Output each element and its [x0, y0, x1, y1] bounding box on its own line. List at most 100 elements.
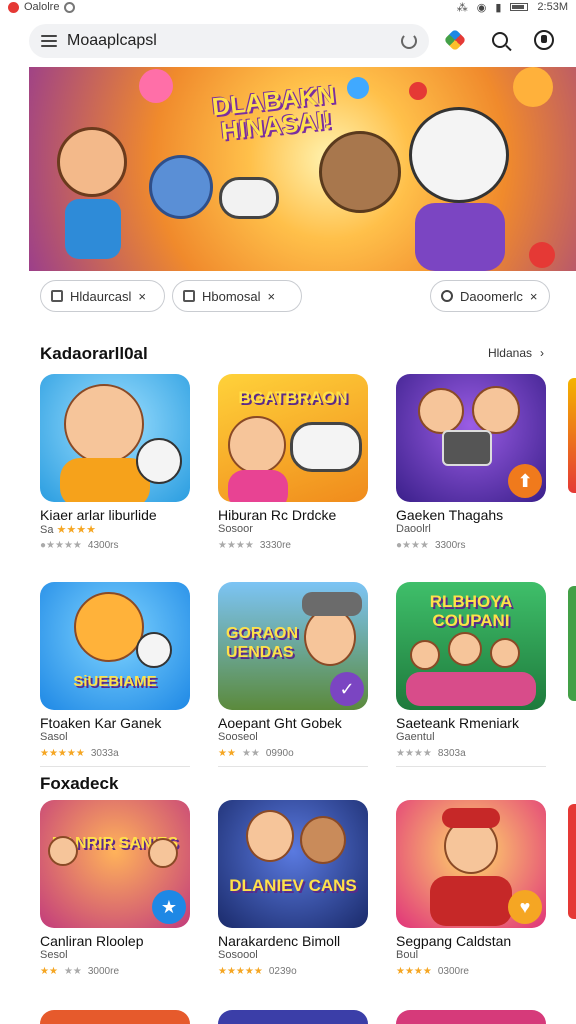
bluetooth-icon: ⁂ — [456, 1, 468, 14]
app-meta: ●★★★★ 4300rs — [40, 540, 119, 551]
app-tile[interactable]: ♥ — [396, 800, 546, 928]
character-face — [472, 386, 520, 434]
app-name[interactable]: Aoepant Ght Gobek — [218, 715, 342, 731]
confetti-decoration — [529, 242, 555, 268]
character-ghost — [136, 632, 172, 668]
game-controller — [290, 422, 362, 472]
app-name[interactable]: Saeteank Rmeniark — [396, 715, 519, 731]
character-boy-body — [65, 199, 121, 259]
divider — [218, 766, 368, 767]
app-meta: ●★★★ 3300rs — [396, 540, 466, 551]
badge-icon: ★ — [152, 890, 186, 924]
character-panda-body — [415, 203, 505, 271]
character-bear — [319, 131, 401, 213]
next-tile-peek[interactable] — [568, 804, 576, 919]
app-name[interactable]: Ftoaken Kar Ganek — [40, 715, 161, 731]
tile-art-text: RLBHOYA COUPANI — [429, 592, 513, 630]
search-icon[interactable] — [488, 28, 512, 52]
app-tile[interactable]: DLANIEV CANS — [218, 800, 368, 928]
wifi-icon: ◉ — [476, 1, 487, 14]
tile-art-text: SiUEBIAME — [73, 673, 157, 690]
app-name[interactable]: Kiaer arlar liburlide — [40, 507, 157, 523]
character-face — [490, 638, 520, 668]
app-tile[interactable] — [40, 374, 190, 502]
app-tile[interactable] — [40, 1010, 190, 1024]
badge-icon: ✓ — [330, 672, 364, 706]
character-ghost — [136, 438, 182, 484]
chip-label: Hbomosal — [202, 288, 261, 304]
app-name[interactable]: Segpang Caldstan — [396, 933, 511, 949]
chip-label: Hldaurcasl — [70, 288, 132, 304]
app-tile[interactable]: ⬆ — [396, 374, 546, 502]
handheld-console — [442, 430, 492, 466]
app-tile[interactable]: GORAON UENDAS ✓ — [218, 582, 368, 710]
status-left-label: Oalolre — [24, 1, 60, 13]
app-developer: Sosoor — [218, 523, 253, 535]
app-tile[interactable]: RLBHOYA COUPANI — [396, 582, 546, 710]
character-face — [304, 608, 356, 666]
featured-banner[interactable]: DLABAKN HINASAI! — [29, 67, 576, 271]
status-bar: Oalolre ⁂ ◉ ▮ 2:53M — [0, 0, 576, 14]
tag-icon — [183, 290, 195, 302]
character-panda — [409, 107, 509, 203]
divider — [40, 766, 190, 767]
app-tile[interactable]: BGATBRAON — [218, 374, 368, 502]
close-icon[interactable]: × — [268, 289, 276, 304]
section-title: Foxadeck — [40, 774, 119, 793]
character-face — [448, 632, 482, 666]
character-face — [418, 388, 464, 434]
app-developer: Sesol — [40, 949, 68, 961]
character-raccoon — [149, 155, 213, 219]
app-developer: Daoolrl — [396, 523, 431, 535]
confetti-decoration — [409, 82, 427, 100]
search-icon — [441, 290, 453, 302]
app-meta: ★★★★ 0300re — [396, 966, 469, 977]
close-icon[interactable]: × — [530, 289, 538, 304]
app-name[interactable]: Canliran Rloolep — [40, 933, 144, 949]
signal-icon: ▮ — [495, 1, 502, 14]
app-developer: Sosoool — [218, 949, 258, 961]
see-more-label: Hldanas — [487, 346, 532, 360]
app-tile[interactable]: NANRIR SANIES ★ — [40, 800, 190, 928]
character-face — [410, 640, 440, 670]
app-name[interactable]: Narakardenc Bimoll — [218, 933, 340, 949]
section-title: Kadaorarll0al — [40, 344, 148, 363]
notification-app-icon — [8, 1, 19, 13]
next-tile-peek[interactable] — [568, 586, 576, 701]
rating-stars: ★★★★ — [56, 524, 96, 536]
app-tile[interactable]: SiUEBIAME — [40, 582, 190, 710]
filter-chip[interactable]: Hldaurcasl × — [40, 280, 165, 312]
character-group — [406, 672, 536, 706]
tile-art-text: BGATBRAON — [238, 388, 348, 407]
tile-art-text: GORAON UENDAS — [226, 625, 298, 661]
app-developer: Sooseol — [218, 731, 258, 743]
filter-chip[interactable]: Hbomosal × — [172, 280, 302, 312]
app-meta: ★★★★★ 0239o — [218, 966, 297, 977]
app-meta: ★★★★★ 3033a — [40, 748, 119, 759]
account-icon[interactable] — [532, 28, 556, 52]
search-input[interactable]: Moaaplcapsl — [67, 32, 401, 50]
see-more-link[interactable]: Hldanas › — [488, 346, 544, 360]
app-meta: ★★ ★★ 3000re — [40, 966, 120, 977]
app-tile[interactable] — [396, 1010, 546, 1024]
app-developer: Gaentul — [396, 731, 435, 743]
balloon-decoration — [139, 69, 173, 103]
close-icon[interactable]: × — [138, 289, 146, 304]
app-meta: ★★★★ 3330re — [218, 540, 291, 551]
menu-icon[interactable] — [41, 35, 57, 47]
app-tile[interactable] — [218, 1010, 368, 1024]
app-name[interactable]: Gaeken Thagahs — [396, 507, 503, 523]
app-meta: ★★ ★★ 0990o — [218, 748, 294, 759]
next-tile-peek[interactable] — [568, 378, 576, 493]
play-store-icon[interactable] — [443, 28, 467, 52]
refresh-icon[interactable] — [401, 33, 417, 49]
character-hat — [302, 592, 362, 616]
search-bar[interactable]: Moaaplcapsl — [29, 24, 429, 58]
badge-icon: ⬆ — [508, 464, 542, 498]
tile-art-text: DLANIEV CANS — [229, 876, 357, 895]
character-face — [64, 384, 144, 464]
app-name[interactable]: Hiburan Rc Drdcke — [218, 507, 336, 523]
character-face — [74, 592, 144, 662]
app-developer: Sasol — [40, 731, 68, 743]
filter-chip[interactable]: Daoomerlc × — [430, 280, 550, 312]
